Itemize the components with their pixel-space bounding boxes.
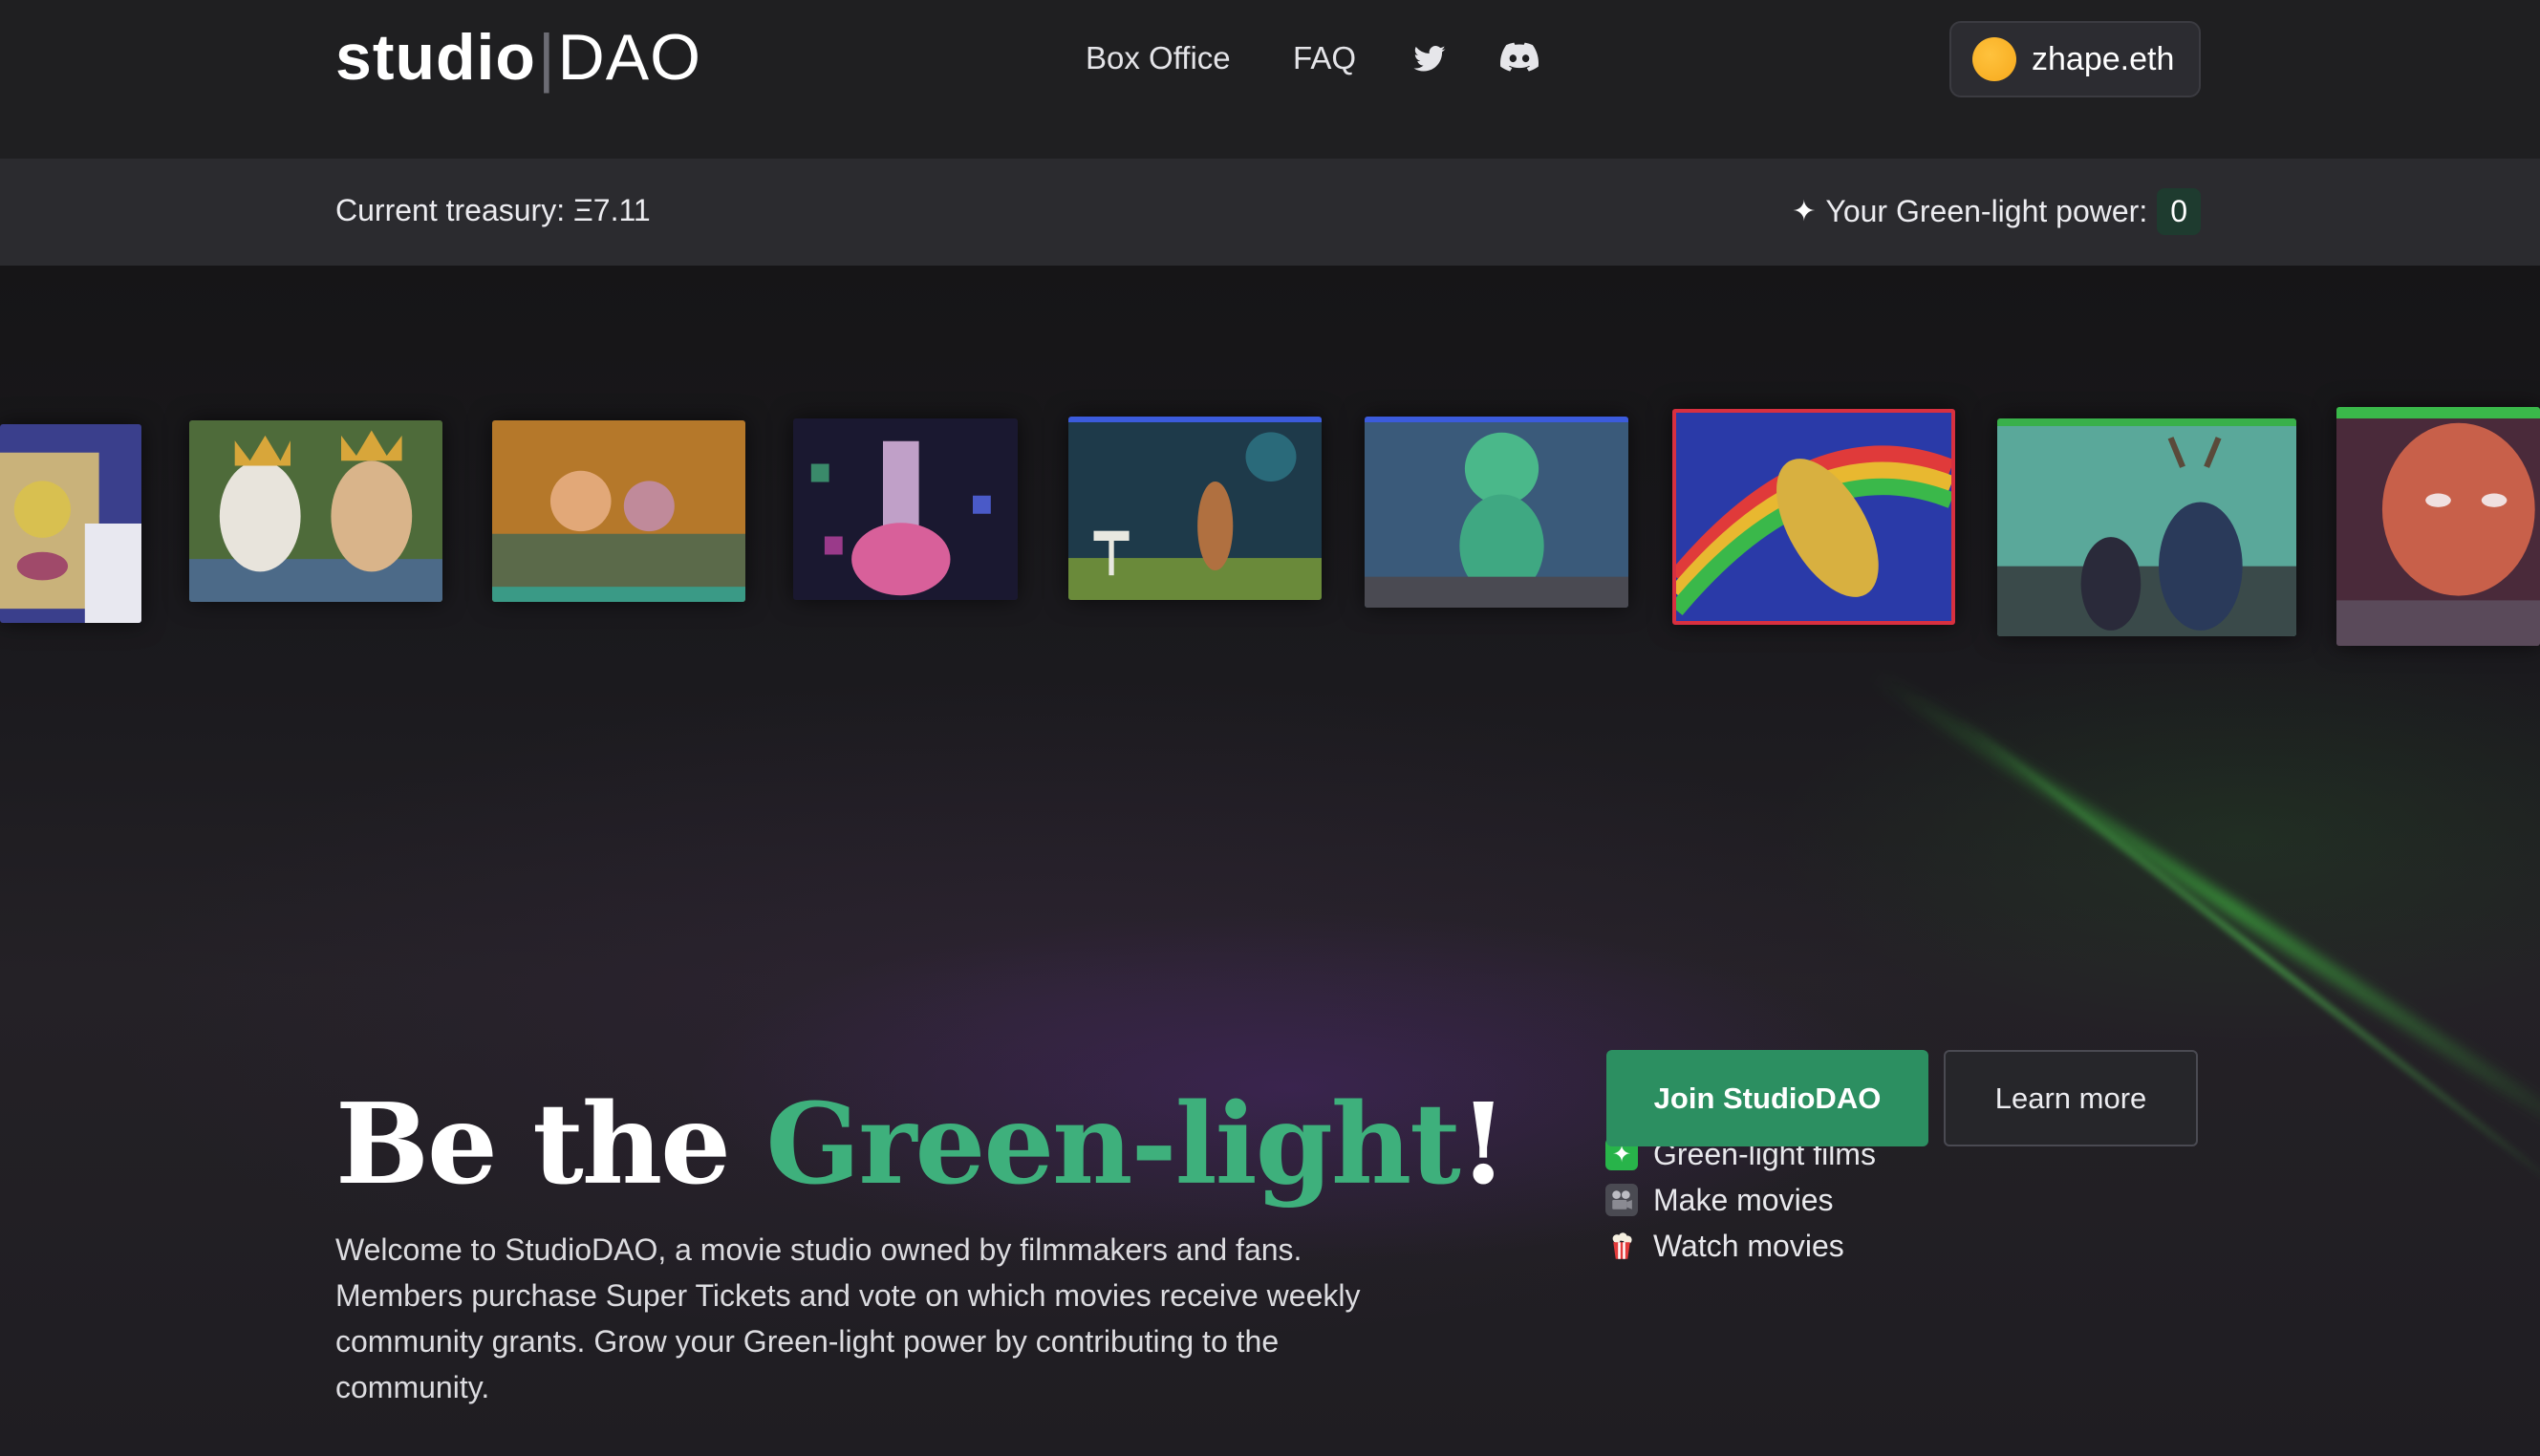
- poster-image-8: [1997, 418, 2296, 636]
- join-studiodao-button[interactable]: Join StudioDAO: [1606, 1050, 1928, 1146]
- feature-item: Make movies: [1605, 1177, 1876, 1223]
- logo-separator: |: [537, 21, 556, 94]
- learn-more-button[interactable]: Learn more: [1944, 1050, 2198, 1146]
- studiodao-logo[interactable]: studio|DAO: [335, 19, 701, 96]
- wallet-account-button[interactable]: zhape.eth: [1949, 21, 2201, 97]
- nav-box-office[interactable]: Box Office: [1086, 40, 1231, 76]
- feature-label: Watch movies: [1653, 1228, 1844, 1263]
- treasury-label: Current treasury: Ξ7.11: [335, 193, 651, 227]
- poster-image-4: [793, 418, 1018, 600]
- headline-start: Be the: [335, 1080, 766, 1210]
- twitter-icon[interactable]: [1410, 42, 1449, 76]
- top-navigation: studio|DAO Box Office FAQ zhape.eth: [0, 0, 2540, 159]
- hero-headline: Be the Green-light!: [335, 1078, 1508, 1211]
- nav-faq[interactable]: FAQ: [1293, 40, 1356, 76]
- headline-end: !: [1458, 1080, 1508, 1210]
- feature-label: Make movies: [1653, 1182, 1834, 1217]
- hero-intro-text: Welcome to StudioDAO, a movie studio own…: [335, 1232, 1361, 1404]
- green-light-power: ✦ Your Green-light power: 0: [1792, 182, 2201, 241]
- poster-image-3: [492, 420, 745, 602]
- poster-image-1: [0, 424, 141, 623]
- avatar: [1972, 37, 2016, 81]
- hero-section: Be the Green-light! Welcome to StudioDAO…: [0, 266, 2540, 1456]
- poster-image-2: [189, 420, 442, 602]
- logo-dao-text: DAO: [557, 21, 701, 94]
- poster-image-5: [1068, 417, 1322, 600]
- poster-image-7: [1672, 409, 1955, 625]
- logo-studio-text: studio: [335, 21, 536, 94]
- popcorn-icon: [1605, 1230, 1638, 1262]
- headline-green-light: Green-light: [765, 1080, 1460, 1210]
- treasury-bar: Current treasury: Ξ7.11 ✦ Your Green-lig…: [0, 159, 2540, 266]
- feature-item: Watch movies: [1605, 1223, 1876, 1269]
- power-label: Your Green-light power:: [1825, 193, 2148, 228]
- feature-list: ✦ Green-light films Make movies Watch mo…: [1605, 1131, 1876, 1269]
- account-name: zhape.eth: [2032, 40, 2175, 77]
- poster-image-9: [2336, 407, 2540, 646]
- discord-icon[interactable]: [1500, 42, 1539, 76]
- sparkle-icon: ✦: [1792, 195, 1817, 227]
- poster-image-6: [1365, 417, 1628, 608]
- camera-icon: [1605, 1184, 1638, 1216]
- power-value: 0: [2157, 187, 2201, 235]
